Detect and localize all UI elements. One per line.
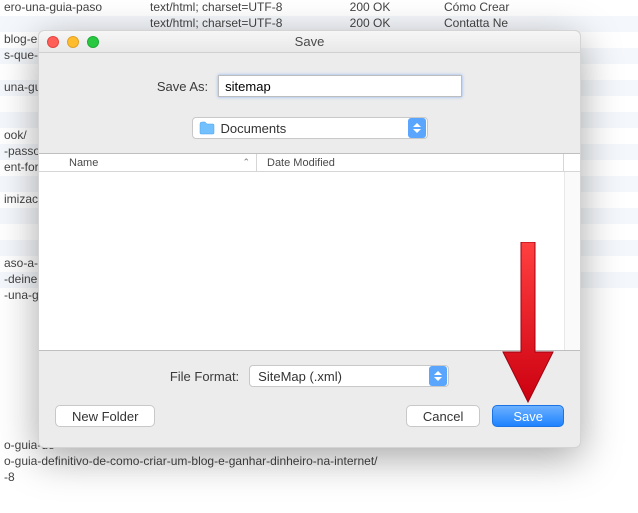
scrollbar[interactable] (564, 172, 580, 350)
file-format-row: File Format: SiteMap (.xml) (39, 350, 580, 401)
file-format-value: SiteMap (.xml) (250, 369, 428, 384)
bg-url: -8 (4, 470, 634, 486)
bg-url: o-guia-definitivo-de-como-criar-um-blog-… (4, 454, 634, 470)
folder-icon (199, 121, 215, 135)
file-format-popup[interactable]: SiteMap (.xml) (249, 365, 449, 387)
list-body[interactable] (39, 172, 580, 350)
updown-icon (429, 366, 447, 386)
save-as-row: Save As: (39, 53, 580, 111)
close-icon[interactable] (47, 36, 59, 48)
location-text: Documents (221, 121, 407, 136)
sort-arrow-icon: ⌃ (242, 157, 250, 168)
file-list: Name ⌃ Date Modified (39, 153, 580, 350)
save-dialog: Save Save As: Documents Name ⌃ Date Modi… (38, 30, 581, 448)
location-row: Documents (39, 111, 580, 153)
file-format-label: File Format: (170, 369, 239, 384)
column-date-label: Date Modified (267, 157, 335, 169)
cancel-button[interactable]: Cancel (406, 405, 480, 427)
save-button[interactable]: Save (492, 405, 564, 427)
save-as-input[interactable] (218, 75, 462, 97)
traffic-lights[interactable] (47, 36, 99, 48)
titlebar: Save (39, 31, 580, 53)
list-header[interactable]: Name ⌃ Date Modified (39, 154, 580, 172)
column-name[interactable]: Name ⌃ (39, 154, 257, 171)
column-date[interactable]: Date Modified (257, 154, 564, 171)
zoom-icon[interactable] (87, 36, 99, 48)
updown-icon (408, 118, 426, 138)
save-as-label: Save As: (157, 79, 208, 94)
minimize-icon[interactable] (67, 36, 79, 48)
column-scroll (564, 154, 580, 171)
location-popup[interactable]: Documents (192, 117, 428, 139)
column-name-label: Name (69, 157, 98, 169)
new-folder-button[interactable]: New Folder (55, 405, 155, 427)
buttons-row: New Folder Cancel Save (39, 401, 580, 441)
dialog-title: Save (39, 34, 580, 49)
bg-row: ero-una-guia-pasotext/html; charset=UTF-… (0, 0, 638, 16)
